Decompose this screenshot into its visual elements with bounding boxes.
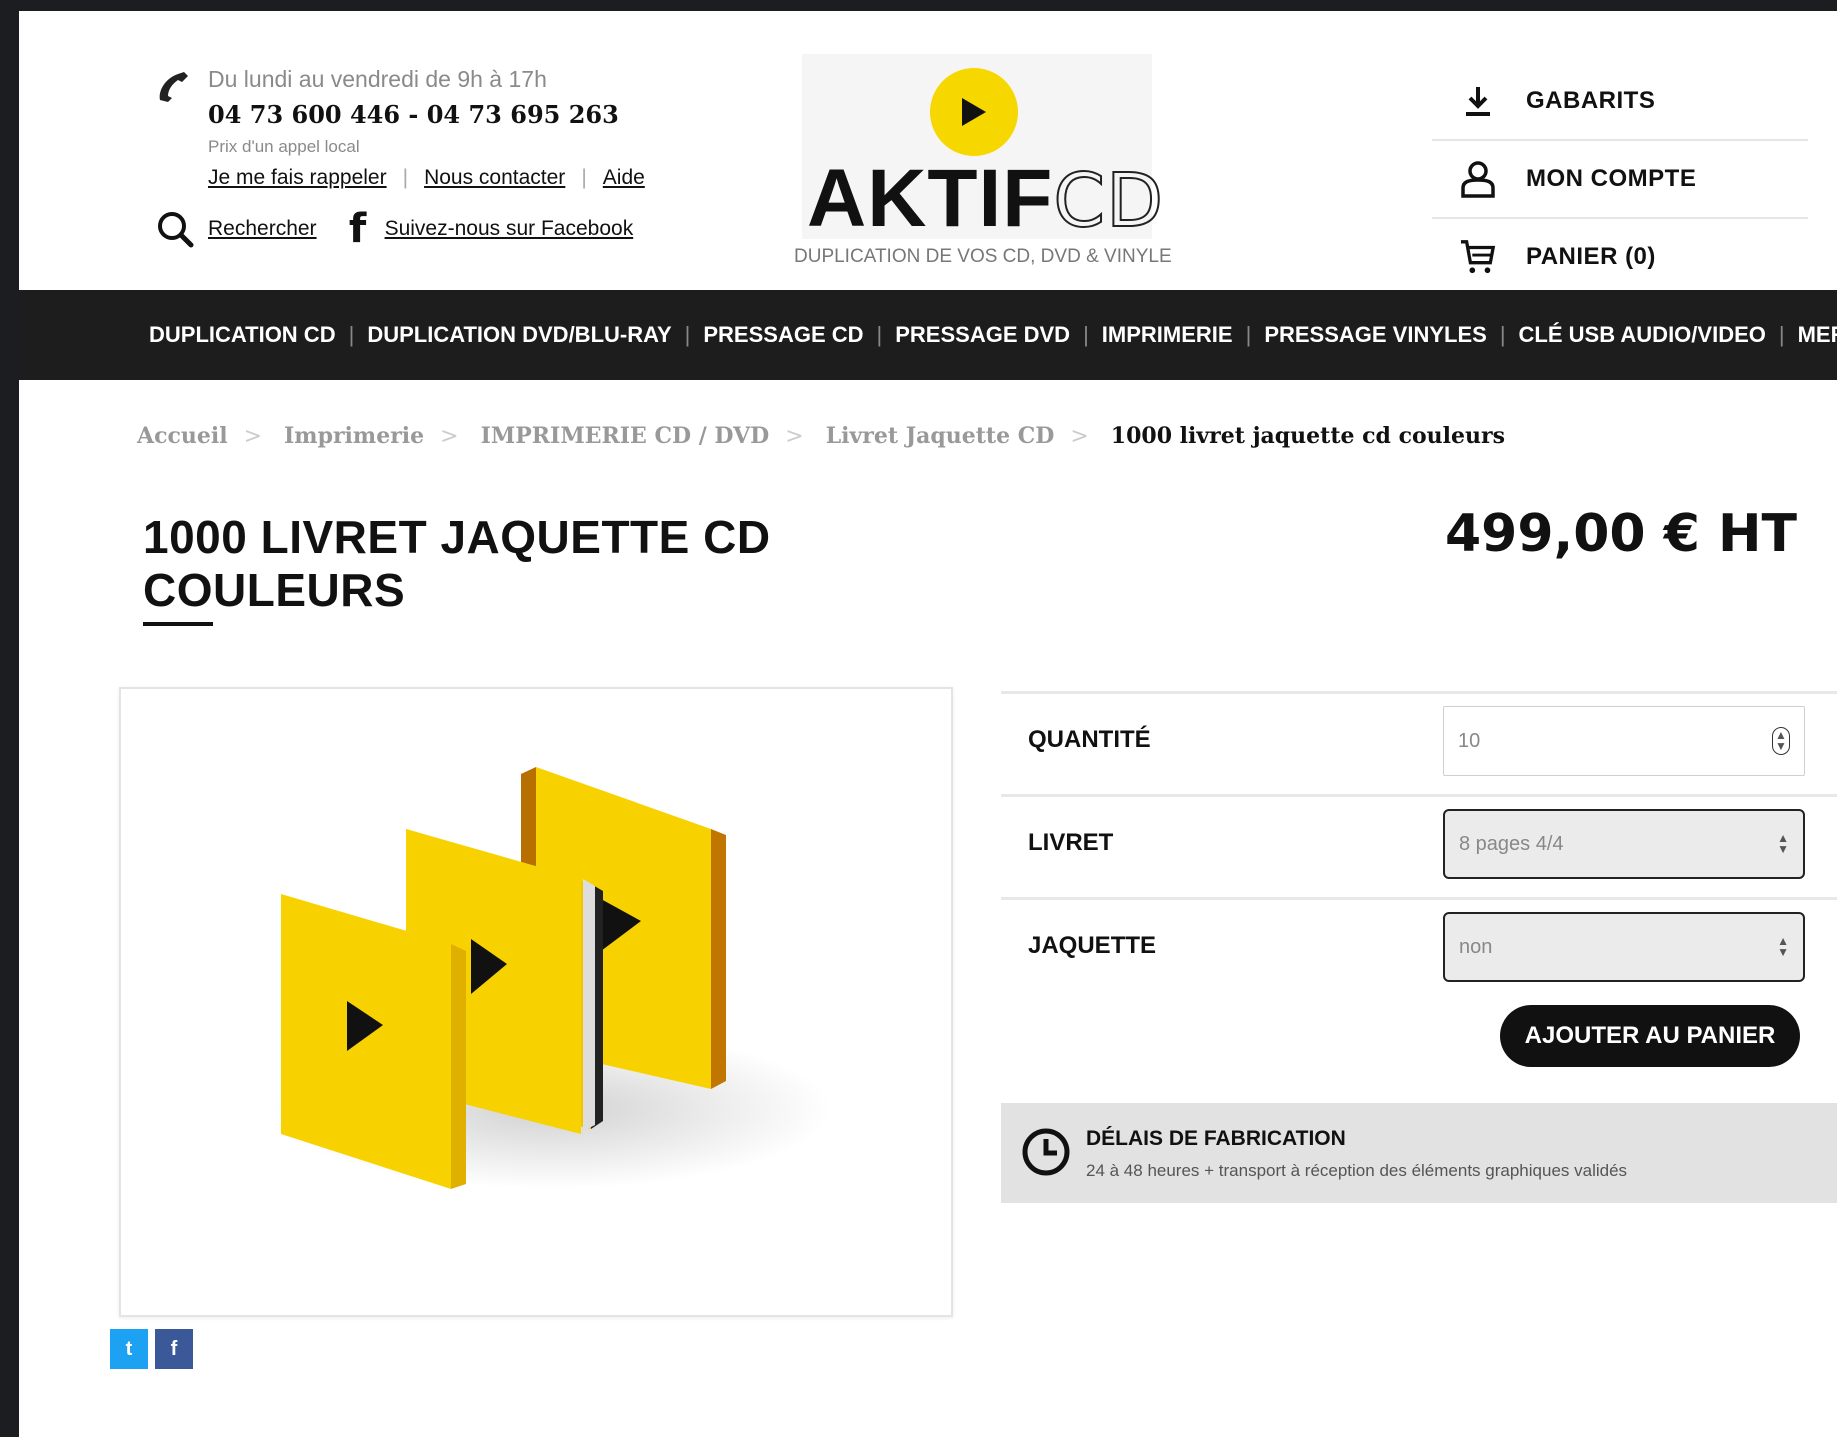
account-menu: GABARITS MON COMPTE PANIER (0) xyxy=(1432,63,1808,295)
breadcrumb-imprimerie[interactable]: Imprimerie xyxy=(284,423,424,449)
livret-row: LIVRET 8 pages 4/4 ▲ ▼ xyxy=(1001,794,1837,897)
jaquette-value: non xyxy=(1459,935,1493,958)
chevron-right-icon: > xyxy=(785,423,804,449)
download-icon xyxy=(1460,83,1496,119)
quantity-label: QUANTITÉ xyxy=(1028,726,1151,753)
logo-text: AKTIFCD xyxy=(807,158,1164,240)
product-price: 499,00 € HT xyxy=(1444,504,1797,564)
templates-menu-item[interactable]: GABARITS xyxy=(1432,63,1808,141)
clock-icon xyxy=(1022,1128,1070,1176)
select-arrows-icon: ▲ ▼ xyxy=(1777,831,1789,856)
cart-menu-item[interactable]: PANIER (0) xyxy=(1432,219,1808,295)
site-logo[interactable]: AKTIFCD xyxy=(802,54,1164,240)
twitter-share-button[interactable]: t xyxy=(110,1329,148,1369)
stepper-arrows-icon[interactable]: ▲ ▼ xyxy=(1772,727,1790,755)
callback-link[interactable]: Je me fais rappeler xyxy=(208,166,387,190)
jaquette-label: JAQUETTE xyxy=(1028,932,1157,959)
main-nav: DUPLICATION CD | DUPLICATION DVD/BLU-RAY |… xyxy=(19,290,1837,380)
top-links: Je me fais rappeler | Nous contacter | A… xyxy=(208,166,645,190)
facebook-share-button[interactable]: f xyxy=(155,1329,193,1369)
livret-label: LIVRET xyxy=(1028,829,1114,856)
quantity-value: 10 xyxy=(1458,729,1481,752)
breadcrumb-home[interactable]: Accueil xyxy=(137,423,228,449)
livret-select[interactable]: 8 pages 4/4 ▲ ▼ xyxy=(1443,809,1805,879)
local-call-note: Prix d'un appel local xyxy=(208,137,360,156)
nav-separator: | xyxy=(1778,322,1785,347)
nav-item-merchandising[interactable]: MERCHANDISING xyxy=(1798,322,1837,348)
chevron-right-icon: > xyxy=(243,423,263,449)
nav-item-duplication-dvd[interactable]: DUPLICATION DVD/BLU-RAY xyxy=(367,322,671,348)
select-arrows-icon: ▲ ▼ xyxy=(1777,934,1789,959)
phone-icon xyxy=(159,72,188,102)
twitter-icon: t xyxy=(125,1337,133,1360)
facebook-icon[interactable]: f xyxy=(343,206,373,252)
breadcrumb-livret-jaquette[interactable]: Livret Jaquette CD xyxy=(826,423,1055,449)
logo-tagline: DUPLICATION DE VOS CD, DVD & VINYLE xyxy=(794,246,1172,267)
play-icon xyxy=(962,98,986,126)
title-underline xyxy=(143,622,213,626)
jaquette-row: JAQUETTE non ▲ ▼ xyxy=(1001,897,1837,1000)
chevron-right-icon: > xyxy=(1070,423,1089,449)
nav-item-imprimerie[interactable]: IMPRIMERIE xyxy=(1102,322,1233,348)
cart-label: PANIER (0) xyxy=(1526,243,1656,270)
livret-value: 8 pages 4/4 xyxy=(1459,832,1564,855)
link-separator: | xyxy=(581,166,587,189)
booklet-illustration xyxy=(271,767,831,1189)
logo-text-light: CD xyxy=(1052,158,1165,244)
link-separator: | xyxy=(402,166,409,189)
breadcrumb: Accueil > Imprimerie > IMPRIMERIE CD / DVD… xyxy=(137,423,1505,449)
page: Du lundi au vendredi de 9h à 17h 04 73 6… xyxy=(19,11,1837,1437)
quantity-row: QUANTITÉ 10 ▲ ▼ xyxy=(1001,691,1837,794)
nav-separator: | xyxy=(1499,322,1506,347)
facebook-icon: f xyxy=(170,1337,178,1360)
nav-item-pressage-dvd[interactable]: PRESSAGE DVD xyxy=(895,322,1070,348)
delay-text: 24 à 48 heures + transport à réception d… xyxy=(1086,1161,1628,1180)
add-to-cart-button[interactable]: AJOUTER AU PANIER xyxy=(1500,1005,1800,1067)
facebook-follow-link[interactable]: Suivez-nous sur Facebook xyxy=(385,217,634,241)
page-title-line2: COULEURS xyxy=(143,564,406,616)
opening-hours: Du lundi au vendredi de 9h à 17h xyxy=(208,66,547,92)
templates-label: GABARITS xyxy=(1526,87,1656,114)
account-menu-item[interactable]: MON COMPTE xyxy=(1432,141,1808,219)
nav-separator: | xyxy=(684,322,691,347)
quantity-stepper[interactable]: 10 ▲ ▼ xyxy=(1443,706,1805,776)
search-row: Rechercher f Suivez-nous sur Facebook xyxy=(154,206,634,252)
logo-text-bold: AKTIF xyxy=(807,153,1054,244)
account-label: MON COMPTE xyxy=(1526,165,1697,192)
contact-link[interactable]: Nous contacter xyxy=(424,166,565,190)
nav-item-duplication-cd[interactable]: DUPLICATION CD xyxy=(149,322,336,348)
nav-separator: | xyxy=(348,322,355,347)
nav-separator: | xyxy=(876,322,883,347)
product-options: QUANTITÉ 10 ▲ ▼ LIVRET 8 pages 4/4 ▲ ▼ JAQ… xyxy=(1001,691,1837,1000)
breadcrumb-current: 1000 livret jaquette cd couleurs xyxy=(1110,423,1505,449)
nav-item-pressage-cd[interactable]: PRESSAGE CD xyxy=(703,322,863,348)
page-title: 1000 LIVRET JAQUETTE CD COULEURS xyxy=(143,511,863,617)
logo-play-circle xyxy=(930,68,1018,156)
jaquette-select[interactable]: non ▲ ▼ xyxy=(1443,912,1805,982)
delivery-delay-box: DÉLAIS DE FABRICATION 24 à 48 heures + t… xyxy=(1001,1103,1837,1203)
page-title-line1: 1000 LIVRET JAQUETTE CD xyxy=(143,511,771,563)
user-icon xyxy=(1460,161,1496,198)
phone-numbers: 04 73 600 446 - 04 73 695 263 xyxy=(208,100,619,129)
nav-separator: | xyxy=(1083,322,1089,347)
search-link[interactable]: Rechercher xyxy=(208,217,317,241)
nav-separator: | xyxy=(1245,322,1252,347)
nav-item-pressage-vinyles[interactable]: PRESSAGE VINYLES xyxy=(1264,322,1487,348)
search-icon[interactable] xyxy=(154,208,196,250)
nav-item-cle-usb[interactable]: CLÉ USB AUDIO/VIDEO xyxy=(1519,322,1766,348)
chevron-right-icon: > xyxy=(440,423,459,449)
product-image[interactable] xyxy=(119,687,953,1317)
cart-icon xyxy=(1460,239,1496,275)
delay-title: DÉLAIS DE FABRICATION xyxy=(1086,1127,1346,1150)
breadcrumb-imprimerie-cd-dvd[interactable]: IMPRIMERIE CD / DVD xyxy=(481,423,770,449)
help-link[interactable]: Aide xyxy=(603,166,645,190)
